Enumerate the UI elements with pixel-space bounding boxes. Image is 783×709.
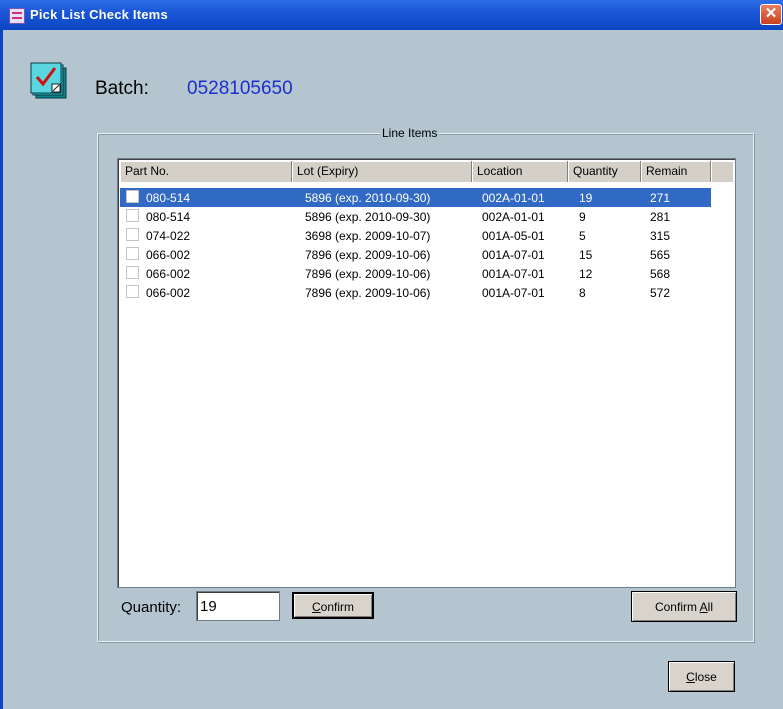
confirm-label: onfirm xyxy=(320,600,354,614)
checklist-icon xyxy=(30,62,67,99)
cell-part-no: 066-002 xyxy=(146,267,191,281)
cell-quantity: 15 xyxy=(579,248,593,262)
cell-quantity: 9 xyxy=(579,210,586,224)
close-accel: C xyxy=(686,670,695,684)
cell-location: 001A-07-01 xyxy=(482,286,545,300)
cell-part-no: 066-002 xyxy=(146,286,191,300)
table-row[interactable]: 080-514 5896 (exp. 2010-09-30) 002A-01-01 9… xyxy=(120,207,711,226)
cell-location: 002A-01-01 xyxy=(482,191,545,205)
column-header-filler xyxy=(711,161,733,182)
confirm-all-label-rest: ll xyxy=(707,600,714,614)
cell-remain: 572 xyxy=(650,286,671,300)
cell-lot-expiry: 5896 (exp. 2010-09-30) xyxy=(305,191,431,205)
cell-lot-expiry: 5896 (exp. 2010-09-30) xyxy=(305,210,431,224)
window-title: Pick List Check Items xyxy=(30,7,168,22)
batch-number: 0528105650 xyxy=(187,78,293,99)
cell-location: 001A-05-01 xyxy=(482,229,545,243)
picklist-icon xyxy=(9,8,25,24)
confirm-all-label-pre: Confirm xyxy=(654,600,700,614)
list-header: Part No. Lot (Expiry) Location Quantity … xyxy=(120,161,733,182)
row-checkbox[interactable] xyxy=(126,247,139,260)
cell-remain: 315 xyxy=(650,229,671,243)
table-row[interactable]: 066-002 7896 (exp. 2009-10-06) 001A-07-01 1… xyxy=(120,264,711,283)
cell-location: 002A-01-01 xyxy=(482,210,545,224)
row-checkbox[interactable] xyxy=(126,228,139,241)
dialog-window: Pick List Check Items ✕ Batch: 052810565… xyxy=(0,0,783,709)
cell-quantity: 19 xyxy=(579,191,593,205)
row-checkbox[interactable] xyxy=(126,190,139,203)
close-window-button[interactable]: ✕ xyxy=(760,4,782,25)
cell-remain: 565 xyxy=(650,248,671,262)
cell-lot-expiry: 3698 (exp. 2009-10-07) xyxy=(305,229,431,243)
table-row[interactable]: 080-514 5896 (exp. 2010-09-30) 002A-01-01 1… xyxy=(120,188,711,207)
cell-part-no: 066-002 xyxy=(146,248,191,262)
column-header-location[interactable]: Location xyxy=(472,161,568,182)
cell-location: 001A-07-01 xyxy=(482,267,545,281)
cell-quantity: 12 xyxy=(579,267,593,281)
row-checkbox[interactable] xyxy=(126,209,139,222)
column-header-quantity[interactable]: Quantity xyxy=(568,161,641,182)
column-header-part-no[interactable]: Part No. xyxy=(120,161,292,182)
batch-label: Batch: xyxy=(95,78,149,99)
quantity-label: Quantity: xyxy=(121,599,182,616)
cell-quantity: 5 xyxy=(579,229,586,243)
confirm-all-button[interactable]: Confirm All xyxy=(631,591,737,622)
table-row[interactable]: 074-022 3698 (exp. 2009-10-07) 001A-05-01 5… xyxy=(120,226,711,245)
cell-remain: 568 xyxy=(650,267,671,281)
cell-lot-expiry: 7896 (exp. 2009-10-06) xyxy=(305,248,431,262)
cell-part-no: 080-514 xyxy=(146,210,191,224)
quantity-input[interactable] xyxy=(196,591,280,621)
cell-lot-expiry: 7896 (exp. 2009-10-06) xyxy=(305,286,431,300)
cell-remain: 271 xyxy=(650,191,671,205)
cell-location: 001A-07-01 xyxy=(482,248,545,262)
row-checkbox[interactable] xyxy=(126,285,139,298)
row-checkbox[interactable] xyxy=(126,266,139,279)
cell-quantity: 8 xyxy=(579,286,586,300)
cell-lot-expiry: 7896 (exp. 2009-10-06) xyxy=(305,267,431,281)
close-label: lose xyxy=(694,670,717,684)
table-row[interactable]: 066-002 7896 (exp. 2009-10-06) 001A-07-01 8… xyxy=(120,283,711,302)
cell-remain: 281 xyxy=(650,210,671,224)
column-header-remain[interactable]: Remain xyxy=(641,161,711,182)
line-items-list[interactable]: Part No. Lot (Expiry) Location Quantity … xyxy=(117,158,736,588)
close-button[interactable]: Close xyxy=(668,661,735,692)
confirm-button[interactable]: Confirm xyxy=(292,592,374,619)
confirm-all-accel: A xyxy=(699,600,708,614)
line-items-group-label: Line Items xyxy=(380,126,440,140)
cell-part-no: 080-514 xyxy=(146,191,191,205)
table-row[interactable]: 066-002 7896 (exp. 2009-10-06) 001A-07-01 1… xyxy=(120,245,711,264)
title-bar[interactable]: Pick List Check Items ✕ xyxy=(0,0,783,30)
confirm-accel: C xyxy=(311,600,321,614)
column-header-lot-expiry[interactable]: Lot (Expiry) xyxy=(292,161,472,182)
window-border xyxy=(0,30,3,709)
cell-part-no: 074-022 xyxy=(146,229,191,243)
